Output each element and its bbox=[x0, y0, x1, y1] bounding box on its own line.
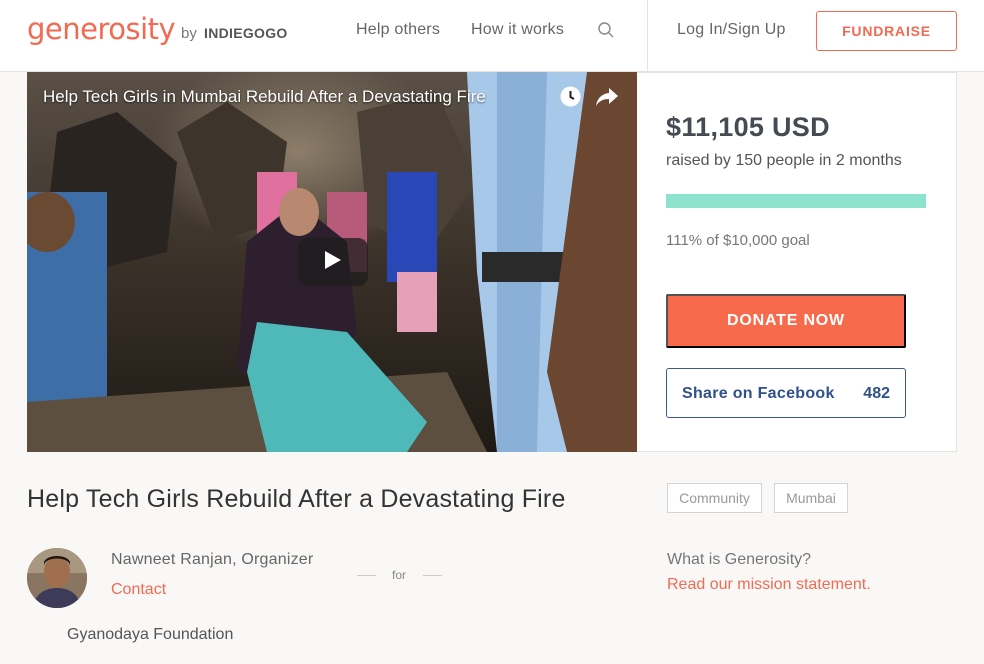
search-icon[interactable] bbox=[597, 21, 615, 39]
progress-bar bbox=[666, 194, 926, 208]
mission-statement-link[interactable]: Read our mission statement. bbox=[667, 576, 871, 594]
nav-how-it-works[interactable]: How it works bbox=[471, 21, 564, 39]
logo[interactable]: generosity bbox=[27, 12, 176, 46]
goal-text: 111% of $10,000 goal bbox=[666, 232, 810, 249]
share-arrow-icon[interactable] bbox=[595, 86, 619, 107]
campaign-video[interactable]: Help Tech Girls in Mumbai Rebuild After … bbox=[27, 72, 637, 452]
logo-by: by bbox=[181, 25, 197, 42]
organizer-avatar[interactable] bbox=[27, 548, 87, 608]
header-divider bbox=[647, 0, 648, 72]
play-icon bbox=[323, 249, 343, 276]
share-facebook-button[interactable]: Share on Facebook 482 bbox=[666, 368, 906, 418]
contact-link[interactable]: Contact bbox=[111, 581, 166, 599]
video-title: Help Tech Girls in Mumbai Rebuild After … bbox=[43, 87, 486, 106]
tag-mumbai[interactable]: Mumbai bbox=[774, 483, 848, 513]
nav-help-others[interactable]: Help others bbox=[356, 21, 440, 39]
donation-panel: $11,105 USD raised by 150 people in 2 mo… bbox=[637, 72, 957, 452]
top-header: generosity by INDIEGOGO Help others How … bbox=[0, 0, 984, 72]
beneficiary-name[interactable]: Gyanodaya Foundation bbox=[67, 626, 233, 644]
logo-brand[interactable]: INDIEGOGO bbox=[204, 25, 288, 41]
share-facebook-label: Share on Facebook bbox=[682, 385, 835, 402]
raised-by-text: raised by 150 people in 2 months bbox=[666, 152, 902, 169]
amount-raised: $11,105 USD bbox=[666, 112, 830, 142]
for-divider-right bbox=[423, 575, 442, 576]
for-label: for bbox=[392, 568, 407, 582]
donate-now-button[interactable]: DONATE NOW bbox=[666, 294, 906, 348]
play-button[interactable] bbox=[298, 238, 368, 286]
fundraise-button[interactable]: FUNDRAISE bbox=[816, 11, 957, 51]
what-is-generosity: What is Generosity? bbox=[667, 551, 812, 568]
campaign-title: Help Tech Girls Rebuild After a Devastat… bbox=[27, 485, 566, 513]
tag-community[interactable]: Community bbox=[667, 483, 762, 513]
organizer-name: Nawneet Ranjan, Organizer bbox=[111, 551, 314, 568]
login-link[interactable]: Log In/Sign Up bbox=[677, 21, 786, 39]
share-count: 482 bbox=[863, 385, 890, 402]
for-divider-left bbox=[357, 575, 376, 576]
clock-icon[interactable] bbox=[560, 86, 581, 107]
progress-fill bbox=[666, 194, 926, 208]
